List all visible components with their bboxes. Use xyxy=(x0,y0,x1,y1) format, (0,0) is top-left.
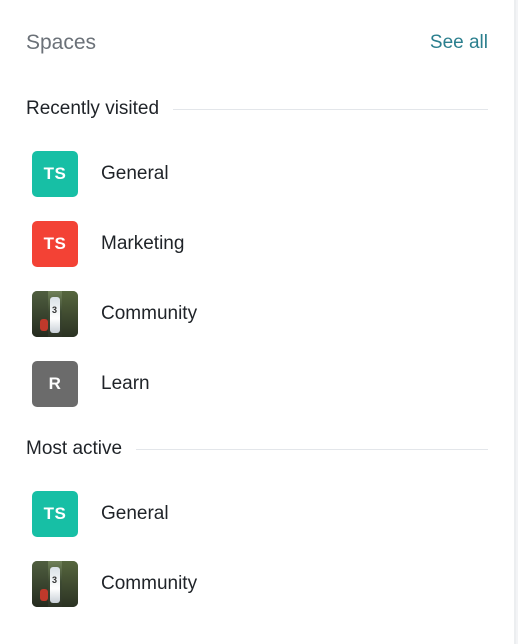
recently-visited-section: Recently visited TS General TS Marketing… xyxy=(26,97,488,419)
see-all-link[interactable]: See all xyxy=(430,28,488,58)
space-label: General xyxy=(101,503,169,524)
waterfall-image: 3 xyxy=(32,291,78,337)
space-item-community[interactable]: 3 Community xyxy=(26,549,488,619)
spaces-panel: Spaces See all Recently visited TS Gener… xyxy=(0,0,516,644)
space-avatar: TS xyxy=(32,491,78,537)
space-avatar: R xyxy=(32,361,78,407)
most-active-section: Most active TS General 3 Community xyxy=(26,437,488,619)
divider xyxy=(173,108,488,110)
space-label: Community xyxy=(101,573,198,594)
spaces-title: Spaces xyxy=(26,31,97,54)
divider xyxy=(136,448,488,450)
space-avatar: TS xyxy=(32,221,78,267)
space-item-general[interactable]: TS General xyxy=(26,479,488,549)
section-title: Recently visited xyxy=(26,98,160,119)
space-item-general[interactable]: TS General xyxy=(26,139,488,209)
space-item-community[interactable]: 3 Community xyxy=(26,279,488,349)
section-title: Most active xyxy=(26,438,123,459)
section-header: Recently visited xyxy=(26,97,488,121)
space-label: Learn xyxy=(101,373,150,394)
space-label: Community xyxy=(101,303,198,324)
space-item-marketing[interactable]: TS Marketing xyxy=(26,209,488,279)
section-header: Most active xyxy=(26,437,488,461)
space-avatar: TS xyxy=(32,151,78,197)
space-label: Marketing xyxy=(101,233,185,254)
space-item-learn[interactable]: R Learn xyxy=(26,349,488,419)
waterfall-image: 3 xyxy=(32,561,78,607)
space-label: General xyxy=(101,163,169,184)
spaces-header: Spaces See all xyxy=(26,28,488,58)
